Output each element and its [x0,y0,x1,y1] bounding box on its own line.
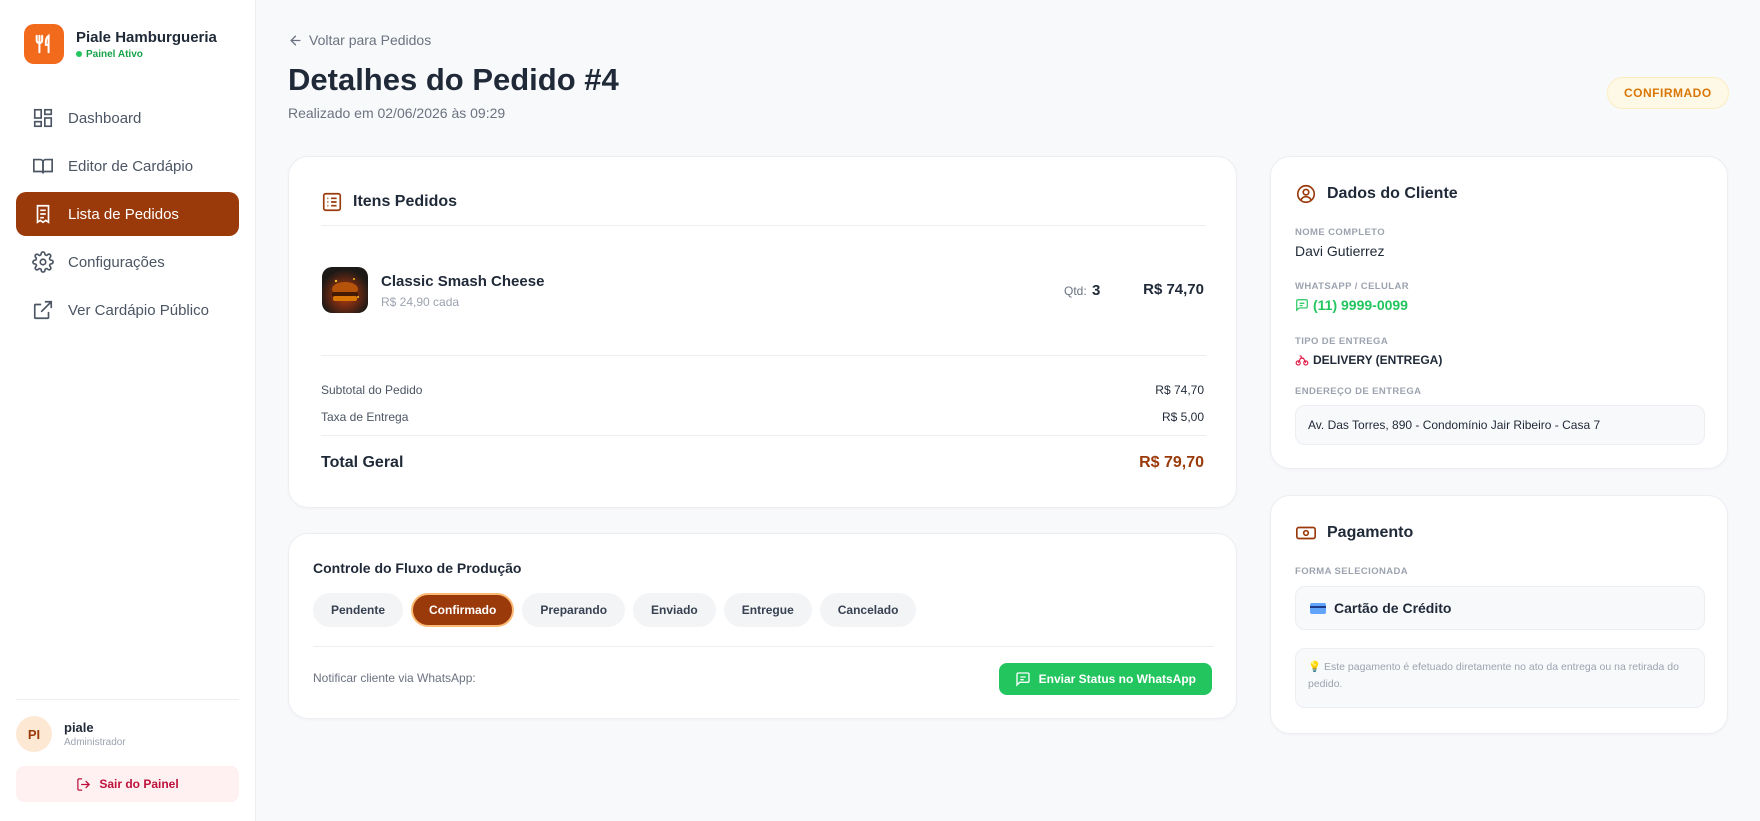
divider [313,646,1214,647]
total-value: R$ 79,70 [1139,454,1204,471]
delivery-type: DELIVERY (ENTREGA) [1295,353,1442,367]
page-subtitle: Realizado em 02/06/2026 às 09:29 [288,105,506,121]
sidebar-item-public-menu[interactable]: Ver Cardápio Público [16,288,239,332]
client-card: Dados do Cliente NOME COMPLETO Davi Guti… [1270,156,1728,469]
sidebar-item-label: Editor de Cardápio [68,157,194,175]
client-phone[interactable]: (11) 9999-0099 [1295,297,1408,313]
qty-value: 3 [1092,282,1101,299]
page-title: Detalhes do Pedido #4 [288,62,619,97]
status-pill-confirmed[interactable]: Confirmado [411,593,515,627]
sidebar-footer: PI piale Administrador Sair do Painel [16,699,239,802]
subtotal-label: Subtotal do Pedido [321,383,423,397]
message-icon [1296,299,1308,312]
lightbulb-icon: 💡 [1308,661,1322,673]
brand-status: Painel Ativo [76,49,217,60]
brand-status-label: Painel Ativo [86,48,143,60]
logout-label: Sair do Painel [99,777,179,791]
delivery-type-value: DELIVERY (ENTREGA) [1313,353,1443,367]
divider [321,355,1206,356]
status-badge: CONFIRMADO [1607,77,1729,109]
sidebar-item-orders[interactable]: Lista de Pedidos [16,192,239,236]
sidebar-item-dashboard[interactable]: Dashboard [16,96,239,140]
sidebar-item-menu-editor[interactable]: Editor de Cardápio [16,144,239,188]
client-name-label: NOME COMPLETO [1295,227,1385,238]
sidebar-item-label: Dashboard [68,109,142,127]
items-title: Itens Pedidos [353,193,458,210]
order-items-card: Itens Pedidos Classic Smash Cheese R$ 24… [288,156,1237,508]
fork-knife-icon [24,24,64,64]
divider [321,225,1206,226]
notify-label: Notificar cliente via WhatsApp: [313,671,476,685]
status-pill-sent[interactable]: Enviado [633,593,716,627]
receipt-icon [36,204,50,224]
payment-method-label: FORMA SELECIONADA [1295,566,1409,577]
item-quantity: Qtd: 3 [1064,282,1100,299]
book-icon [33,158,53,174]
status-dot-icon [76,51,82,57]
address-label: ENDEREÇO DE ENTREGA [1295,386,1422,397]
payment-note: 💡 Este pagamento é efetuado diretamente … [1295,648,1705,708]
item-name: Classic Smash Cheese [381,273,545,290]
user-role: Administrador [64,737,126,748]
production-flow-card: Controle do Fluxo de Produção Pendente C… [288,533,1237,719]
money-icon [1296,526,1316,540]
item-thumbnail [322,267,368,313]
back-to-orders-link[interactable]: Voltar para Pedidos [288,32,431,48]
fee-value: R$ 5,00 [1161,410,1204,424]
dashboard-icon [33,108,53,128]
subtotal-value: R$ 74,70 [1155,383,1204,397]
sidebar-item-label: Ver Cardápio Público [68,301,209,319]
brand-name: Piale Hamburgueria [76,28,217,46]
address-value: Av. Das Torres, 890 - Condomínio Jair Ri… [1295,405,1705,445]
client-title: Dados do Cliente [1327,185,1458,202]
sidebar-item-label: Configurações [68,253,165,271]
total-label: Total Geral [321,454,404,471]
divider [321,435,1206,436]
client-phone-label: WHATSAPP / CELULAR [1295,281,1409,292]
sidebar-nav: Dashboard Editor de Cardápio Lista de Pe… [16,96,239,336]
credit-card-icon [1310,602,1326,614]
status-pill-preparing[interactable]: Preparando [522,593,626,627]
user-profile: PI piale Administrador [16,716,239,752]
list-icon [322,192,342,212]
external-link-icon [33,300,53,320]
payment-method-value: Cartão de Crédito [1334,600,1452,616]
card-title: Itens Pedidos [321,191,457,213]
item-total: R$ 74,70 [1143,281,1204,298]
sidebar-item-settings[interactable]: Configurações [16,240,239,284]
user-name: piale [64,720,94,735]
payment-card: Pagamento FORMA SELECIONADA Cartão de Cr… [1270,495,1728,734]
status-pills: Pendente Confirmado Preparando Enviado E… [313,593,924,627]
client-name: Davi Gutierrez [1295,243,1385,259]
item-unit-price: R$ 24,90 cada [381,295,460,309]
payment-title: Pagamento [1327,524,1414,541]
production-title: Controle do Fluxo de Produção [313,560,522,576]
payment-note-text: Este pagamento é efetuado diretamente no… [1308,661,1679,690]
card-title: Pagamento [1295,522,1413,544]
client-phone-value: (11) 9999-0099 [1313,297,1408,313]
status-pill-delivered[interactable]: Entregue [723,593,812,627]
card-title: Dados do Cliente [1295,183,1458,205]
sidebar-item-label: Lista de Pedidos [68,205,179,223]
avatar: PI [16,716,52,752]
bike-icon [1295,355,1309,366]
gear-icon [32,251,54,273]
whatsapp-button-label: Enviar Status no WhatsApp [1038,672,1196,686]
message-icon [1015,672,1030,687]
delivery-type-label: TIPO DE ENTREGA [1295,336,1389,347]
brand: Piale Hamburgueria Painel Ativo [24,24,217,64]
status-pill-pending[interactable]: Pendente [313,593,404,627]
logout-button[interactable]: Sair do Painel [16,766,239,802]
arrow-left-icon [290,35,301,45]
status-pill-cancelled[interactable]: Cancelado [819,593,917,627]
back-link-label: Voltar para Pedidos [309,32,432,48]
fee-label: Taxa de Entrega [321,410,409,424]
user-circle-icon [1296,184,1316,204]
logout-icon [77,777,91,791]
qty-label: Qtd: [1064,284,1087,298]
send-whatsapp-button[interactable]: Enviar Status no WhatsApp [998,663,1212,695]
payment-method: Cartão de Crédito [1295,586,1705,630]
sidebar: Piale Hamburgueria Painel Ativo Dashboar… [0,0,256,821]
